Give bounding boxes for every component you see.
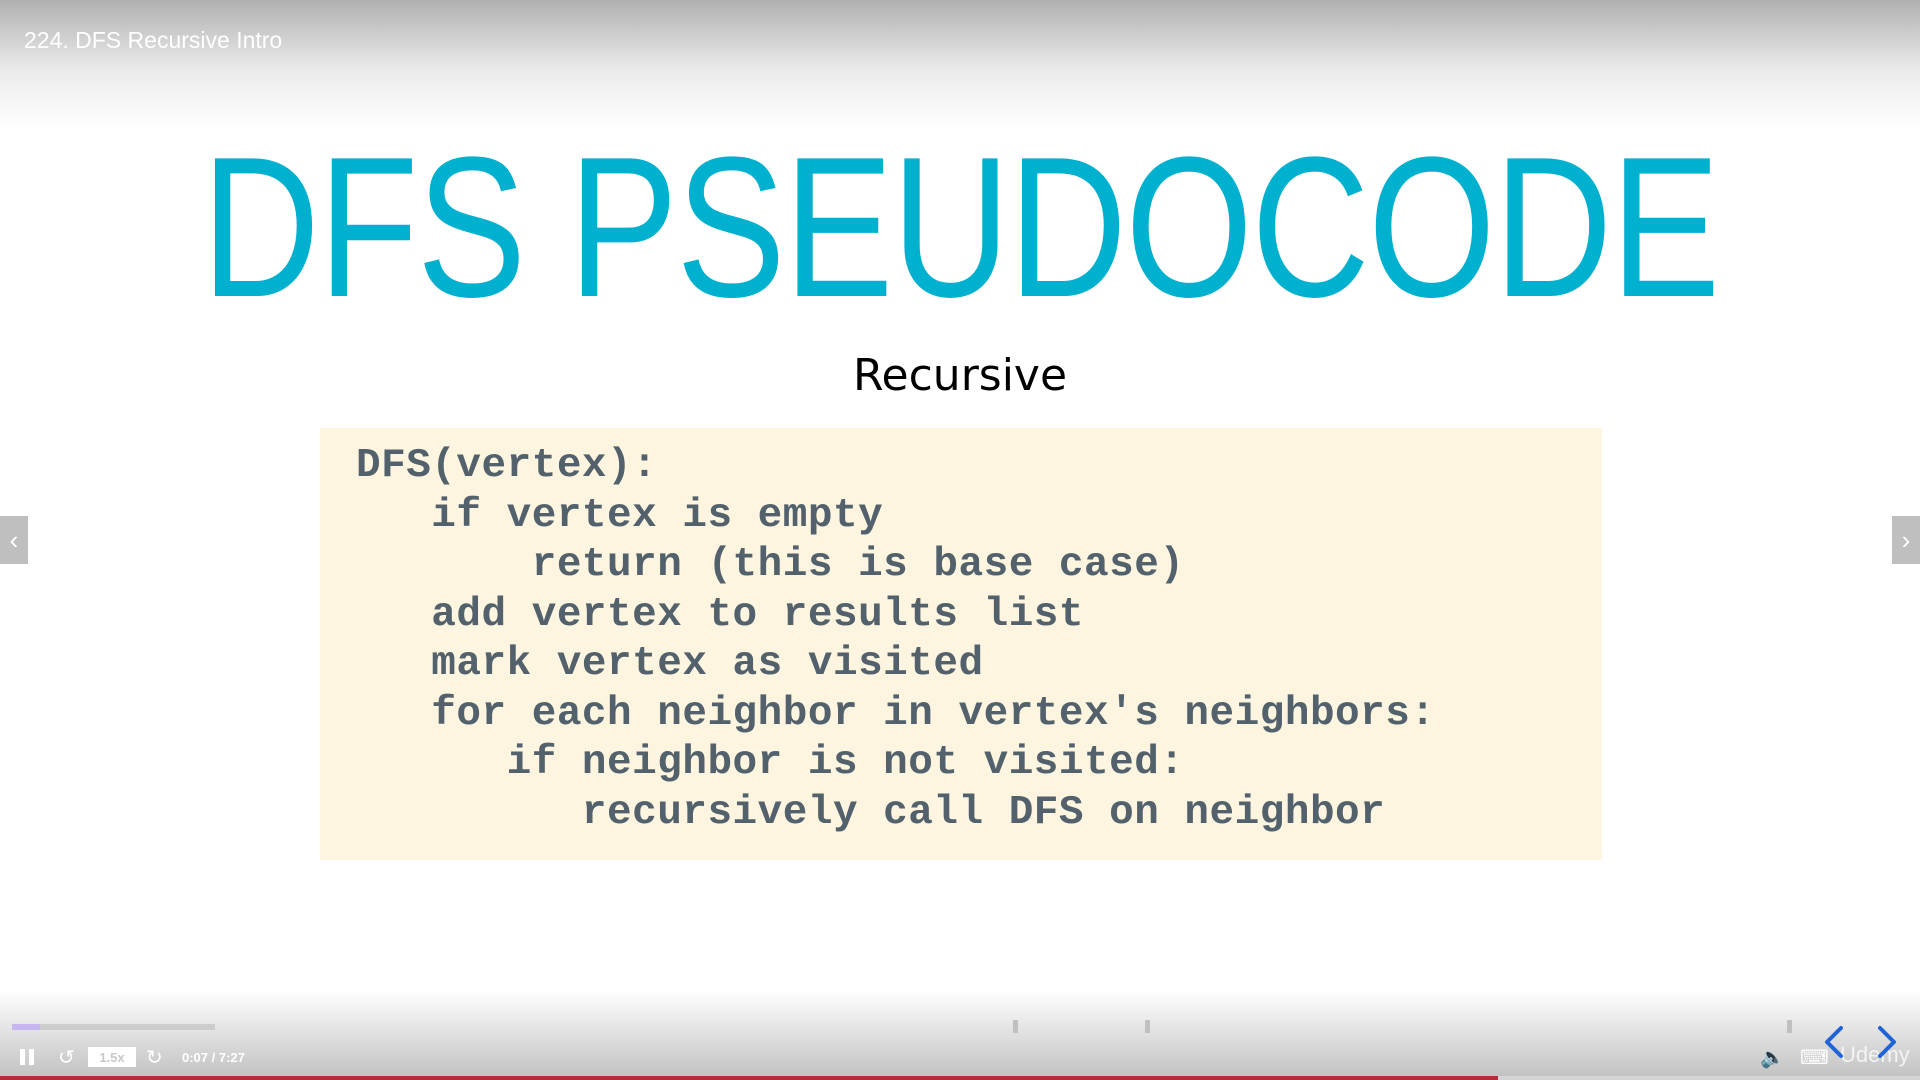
chapter-marker [1013, 1020, 1018, 1033]
next-lecture-button[interactable] [1866, 1022, 1906, 1062]
chevron-right-icon [1878, 1026, 1896, 1058]
chevron-right-icon: › [1901, 524, 1911, 555]
playback-speed-button[interactable]: 1.5x [88, 1047, 136, 1067]
rewind-icon: ↺ [58, 1046, 75, 1069]
chapter-progress-fill [12, 1024, 41, 1030]
chevron-left-icon [1825, 1026, 1843, 1058]
video-player[interactable]: 224. DFS Recursive Intro DFS PSEUDOCODE … [0, 0, 1920, 1080]
next-slide-button[interactable]: › [1892, 516, 1920, 564]
code-line: if neighbor is not visited: [356, 740, 1185, 786]
code-line: if vertex is empty [356, 492, 884, 539]
pseudocode-block: DFS(vertex): if vertex is empty return (… [320, 428, 1602, 860]
chevron-left-icon: ‹ [9, 524, 19, 555]
code-line: DFS(vertex): [356, 443, 658, 489]
rewind-button[interactable]: ↺ [58, 1042, 75, 1072]
volume-icon: 🔈 [1760, 1046, 1785, 1069]
code-line: return (this is base case) [356, 542, 1185, 588]
forward-icon: ↻ [146, 1046, 163, 1069]
top-overlay [0, 0, 1920, 130]
video-progress-fill [0, 1076, 1498, 1080]
chapter-marker [1145, 1020, 1150, 1033]
chapter-marker [1787, 1020, 1792, 1033]
previous-lecture-button[interactable] [1815, 1022, 1855, 1062]
control-bar: ↺ 1.5x ↻ 0:07 / 7:27 🔈 ⌨ [0, 1042, 1920, 1072]
forward-button[interactable]: ↻ [146, 1042, 163, 1072]
code-line: add vertex to results list [356, 591, 1085, 638]
chapter-progress-bar[interactable] [12, 1024, 215, 1030]
code-line: recursively call DFS on neighbor [356, 789, 1386, 836]
volume-button[interactable]: 🔈 [1760, 1042, 1785, 1072]
slide-subtitle: Recursive [852, 350, 1068, 401]
pause-icon [20, 1049, 25, 1065]
video-progress-bar[interactable] [0, 1076, 1920, 1080]
code-line: mark vertex as visited [356, 641, 984, 687]
time-display: 0:07 / 7:27 [182, 1049, 245, 1065]
previous-slide-button[interactable]: ‹ [0, 516, 28, 564]
code-line: for each neighbor in vertex's neighbors: [356, 690, 1436, 737]
lecture-title: 224. DFS Recursive Intro [24, 27, 283, 53]
pause-button[interactable] [20, 1042, 40, 1072]
slide-title: DFS PSEUDOCODE [201, 116, 1720, 339]
